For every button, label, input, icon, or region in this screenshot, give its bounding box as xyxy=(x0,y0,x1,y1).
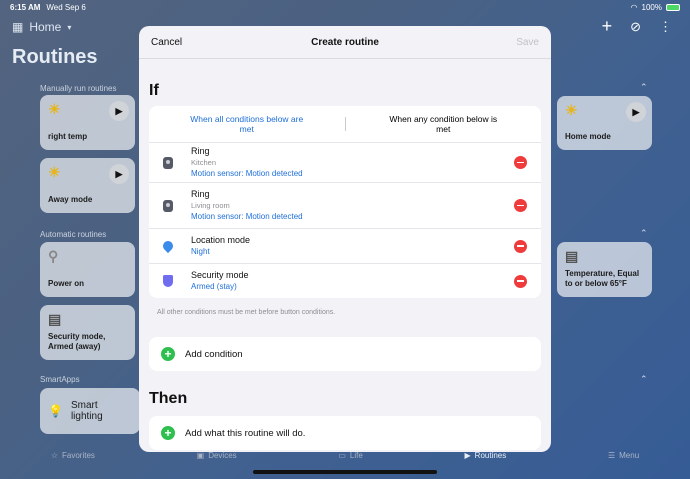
modal-header: Cancel Create routine Save xyxy=(139,26,551,58)
condition-value: Armed (stay) xyxy=(191,282,237,291)
battery-percent: 100% xyxy=(641,2,662,12)
conditions-panel: When all conditions below are met When a… xyxy=(149,106,541,298)
tower-icon: ⚲ xyxy=(48,248,59,264)
save-button[interactable]: Save xyxy=(516,37,539,48)
chevron-up-icon[interactable]: ⌃ xyxy=(640,82,648,93)
star-icon: ☆ xyxy=(50,450,59,460)
menu-icon: ☰ xyxy=(607,450,616,460)
option-any-condition[interactable]: When any condition below is met xyxy=(346,114,542,134)
plus-icon: + xyxy=(161,426,175,440)
option-all-conditions[interactable]: When all conditions below are met xyxy=(149,114,345,134)
smartapp-smart-lighting[interactable]: 💡 Smart lighting xyxy=(40,388,140,434)
conditions-note: All other conditions must be met before … xyxy=(157,309,336,316)
play-icon[interactable]: ▶ xyxy=(109,101,129,121)
condition-row[interactable]: Location mode Night xyxy=(149,228,541,263)
tab-menu[interactable]: ☰ Menu xyxy=(608,451,639,460)
remove-condition-button[interactable] xyxy=(514,239,527,253)
compass-icon[interactable]: ⊘ xyxy=(630,19,641,35)
remove-condition-button[interactable] xyxy=(514,274,527,288)
wifi-icon: ◠ xyxy=(630,2,638,12)
condition-room: Kitchen xyxy=(191,158,217,167)
plus-icon: + xyxy=(161,347,175,361)
play-icon[interactable]: ▶ xyxy=(109,164,129,184)
modal-title: Create routine xyxy=(311,36,379,48)
routine-card-away-mode[interactable]: ☀ ▶ Away mode xyxy=(40,158,135,213)
chevron-up-icon[interactable]: ⌃ xyxy=(640,374,648,385)
panel-icon: ▤ xyxy=(565,248,579,264)
routine-card-home-mode[interactable]: ☀ ▶ Home mode xyxy=(557,96,652,150)
condition-room: Living room xyxy=(191,201,230,210)
status-time: 6:15 AM xyxy=(10,2,41,12)
section-automatic: Automatic routines xyxy=(40,230,107,239)
add-action-button[interactable]: + Add what this routine will do. xyxy=(149,416,541,450)
condition-value: Motion sensor: Motion detected xyxy=(191,169,303,178)
status-bar: 6:15 AM Wed Sep 6 ◠ 100% xyxy=(0,0,690,14)
condition-name: Ring xyxy=(191,189,210,199)
add-condition-label: Add condition xyxy=(185,348,243,360)
location-pin-icon xyxy=(160,238,176,254)
page-title: Routines xyxy=(12,46,98,68)
device-icon xyxy=(163,156,173,169)
then-heading: Then xyxy=(149,390,188,407)
cancel-button[interactable]: Cancel xyxy=(151,37,182,48)
more-icon[interactable]: ⋮ xyxy=(659,19,672,35)
battery-icon xyxy=(666,3,680,11)
home-label: Home xyxy=(29,20,62,34)
home-selector[interactable]: ▦ Home ▾ xyxy=(12,20,71,34)
status-date: Wed Sep 6 xyxy=(46,2,86,12)
play-icon[interactable]: ▶ xyxy=(626,102,646,122)
home-indicator xyxy=(253,470,437,474)
condition-mode-selector: When all conditions below are met When a… xyxy=(149,106,541,142)
device-icon xyxy=(163,199,173,212)
bulb-icon: 💡 xyxy=(48,404,63,418)
remove-condition-button[interactable] xyxy=(514,199,527,212)
condition-name: Location mode xyxy=(191,235,251,245)
condition-name: Security mode xyxy=(191,270,249,280)
section-smartapps: SmartApps xyxy=(40,375,80,384)
section-manual: Manually run routines xyxy=(40,84,117,93)
add-action-label: Add what this routine will do. xyxy=(185,427,306,439)
routine-card-right-temp[interactable]: ☀ ▶ right temp xyxy=(40,95,135,150)
condition-value: Motion sensor: Motion detected xyxy=(191,212,303,221)
routine-card-temperature[interactable]: ▤ Temperature, Equal to or below 65°F xyxy=(557,242,652,297)
add-icon[interactable]: + xyxy=(602,16,613,37)
chevron-up-icon[interactable]: ⌃ xyxy=(640,228,648,239)
chevron-down-icon: ▾ xyxy=(67,22,72,32)
condition-row[interactable]: Ring Kitchen Motion sensor: Motion detec… xyxy=(149,142,541,182)
condition-row[interactable]: Ring Living room Motion sensor: Motion d… xyxy=(149,182,541,228)
if-heading: If xyxy=(149,82,159,99)
panel-icon: ▤ xyxy=(48,311,62,327)
shield-icon xyxy=(163,275,173,287)
create-routine-modal: Cancel Create routine Save If When all c… xyxy=(139,26,551,452)
remove-condition-button[interactable] xyxy=(514,156,527,169)
condition-name: Ring xyxy=(191,146,210,156)
routine-card-power-on[interactable]: ⚲ Power on xyxy=(40,242,135,297)
condition-value: Night xyxy=(191,247,210,256)
grid-icon: ▦ xyxy=(12,20,24,34)
tab-favorites[interactable]: ☆ Favorites xyxy=(51,451,95,460)
routine-card-security-mode[interactable]: ▤ Security mode, Armed (away) xyxy=(40,305,135,360)
condition-row[interactable]: Security mode Armed (stay) xyxy=(149,263,541,298)
add-condition-button[interactable]: + Add condition xyxy=(149,337,541,371)
